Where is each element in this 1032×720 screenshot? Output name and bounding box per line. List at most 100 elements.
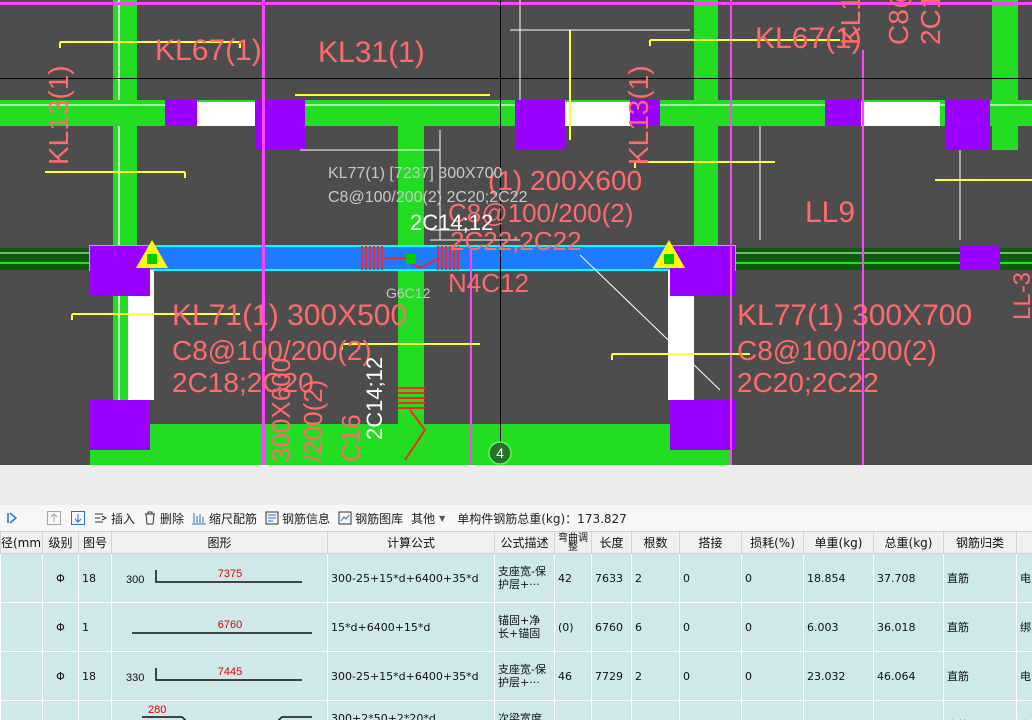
label-kl77-top-2: C8@100/200(2) 2C20;2C22	[328, 189, 528, 206]
drawing-svg[interactable]: 4 KL67(1) KL31(1) KL67(1) KL10 C8@ 2C1 K…	[0, 0, 1032, 465]
beam-vertical-far-right[interactable]	[992, 0, 1018, 150]
cell-fig[interactable]: 18	[78, 553, 112, 603]
col-header-loss[interactable]: 损耗(%)	[741, 531, 804, 554]
cell-formula[interactable]: 300-25+15*d+6400+35*d	[327, 553, 495, 603]
cell-count[interactable]: 2	[631, 651, 680, 701]
rebar-info-button[interactable]: 钢筋信息	[261, 507, 334, 529]
cell-desc[interactable]: 支座宽-保护层+···	[494, 651, 555, 701]
cell-desc[interactable]: 支座宽-保护层+···	[494, 553, 555, 603]
beam-horizontal-bottom[interactable]	[90, 424, 730, 450]
cell-desc[interactable]: 次梁宽度+2*50+···	[494, 700, 555, 720]
move-down-button[interactable]	[66, 507, 90, 529]
cell-bend[interactable]: (0)	[554, 602, 592, 652]
cell-length[interactable]: 2780	[591, 700, 632, 720]
cell-extra[interactable]: 绑	[1016, 700, 1032, 720]
cell-bend[interactable]: 42	[554, 553, 592, 603]
table-row[interactable]: Φ 18 300 7375 300-25+15*d+6400+35*d 支座宽-保护层+·…	[0, 553, 1032, 603]
cell-length[interactable]: 7729	[591, 651, 632, 701]
cad-drawing-canvas[interactable]: 4 KL67(1) KL31(1) KL67(1) KL10 C8@ 2C1 K…	[0, 0, 1032, 465]
first-record-button[interactable]	[0, 507, 24, 529]
move-up-button[interactable]	[42, 507, 66, 529]
cell-total-weight[interactable]: 6.728	[873, 700, 944, 720]
cell-shape[interactable]: 28045650	[111, 700, 328, 720]
cell-loss[interactable]: 0	[741, 651, 804, 701]
cell-total-weight[interactable]: 36.018	[873, 602, 944, 652]
cell-shape[interactable]: 300 7375	[111, 553, 328, 603]
cell-count[interactable]: 2	[631, 553, 680, 603]
cell-bend[interactable]: 46	[554, 651, 592, 701]
cell-bend[interactable]: 18	[554, 700, 592, 720]
cell-diameter[interactable]	[0, 553, 43, 603]
col-header-shape[interactable]: 图形	[111, 531, 328, 554]
cell-category[interactable]: 直筋	[943, 602, 1017, 652]
col-header-unit-weight[interactable]: 单重(kg)	[803, 531, 874, 554]
delete-button[interactable]: 删除	[139, 507, 188, 529]
arrow-up-icon	[47, 511, 61, 525]
insert-button[interactable]: 插入	[90, 507, 139, 529]
total-weight-label: 单构件钢筋总重(kg)：173.827	[457, 511, 627, 526]
rebar-library-button[interactable]: 钢筋图库	[334, 507, 407, 529]
cell-level[interactable]: Φ	[42, 553, 79, 603]
col-header-desc[interactable]: 公式描述	[494, 531, 555, 554]
cell-level[interactable]: Φ	[42, 651, 79, 701]
cell-length[interactable]: 6760	[591, 602, 632, 652]
cell-category[interactable]: 直筋	[943, 700, 1017, 720]
cell-unit-weight[interactable]: 18.854	[803, 553, 874, 603]
cell-diameter[interactable]	[0, 602, 43, 652]
col-header-fig[interactable]: 图号	[78, 531, 112, 554]
cell-level[interactable]: Φ	[42, 700, 79, 720]
cell-extra[interactable]: 电	[1016, 651, 1032, 701]
cell-lap[interactable]: 0	[679, 602, 742, 652]
scale-rebar-button[interactable]: 缩尺配筋	[188, 507, 261, 529]
col-header-lap[interactable]: 搭接	[679, 531, 742, 554]
col-header-formula[interactable]: 计算公式	[327, 531, 495, 554]
cell-count[interactable]: 6	[631, 602, 680, 652]
cell-formula[interactable]: 300+2*50+2*20*d +2*1.414*(700-2*25)	[327, 700, 495, 720]
cell-unit-weight[interactable]: 6.003	[803, 602, 874, 652]
table-row[interactable]: Φ 1 6760 15*d+6400+15*d 锚固+净长+锚固 (0) 6760 6 0 0 6.…	[0, 602, 1032, 652]
cell-category[interactable]: 直筋	[943, 553, 1017, 603]
col-header-total-weight[interactable]: 总重(kg)	[873, 531, 944, 554]
cell-unit-weight[interactable]: 23.032	[803, 651, 874, 701]
table-row[interactable]: Φ486 28045650 300+2*50+2*20*d +2*1.414*(70…	[0, 700, 1032, 720]
col-header-extra[interactable]	[1016, 531, 1032, 554]
other-dropdown[interactable]: 其他 ▼	[407, 507, 449, 529]
cell-unit-weight[interactable]: 3.364	[803, 700, 874, 720]
col-header-count[interactable]: 根数	[631, 531, 680, 554]
grip-point[interactable]	[406, 254, 416, 264]
cell-extra[interactable]: 电	[1016, 553, 1032, 603]
cell-loss[interactable]: 0	[741, 553, 804, 603]
cell-lap[interactable]: 0	[679, 700, 742, 720]
cell-loss[interactable]: 0	[741, 602, 804, 652]
label-rebar-vertical[interactable]: 2C14;12	[362, 357, 387, 440]
col-header-bend[interactable]: 弯曲调整	[554, 531, 592, 554]
col-header-category[interactable]: 钢筋归类	[943, 531, 1017, 554]
table-row[interactable]: Φ 18 330 7445 300-25+15*d+6400+35*d 支座宽-保护层+·…	[0, 651, 1032, 701]
cell-fig[interactable]: 1	[78, 602, 112, 652]
cell-length[interactable]: 7633	[591, 553, 632, 603]
cell-total-weight[interactable]: 37.708	[873, 553, 944, 603]
label-rebar-top[interactable]: 2C14;12	[410, 210, 493, 235]
col-header-length[interactable]: 长度	[591, 531, 632, 554]
col-header-level[interactable]: 级别	[42, 531, 79, 554]
panel-splitter[interactable]	[0, 465, 1032, 506]
cell-level[interactable]: Φ	[42, 602, 79, 652]
cell-category[interactable]: 直筋	[943, 651, 1017, 701]
rebar-shape-graphic: 300 7375	[126, 568, 302, 586]
cell-fig[interactable]: 18	[78, 651, 112, 701]
cell-desc[interactable]: 锚固+净长+锚固	[494, 602, 555, 652]
cell-total-weight[interactable]: 46.064	[873, 651, 944, 701]
cell-shape[interactable]: 6760	[111, 602, 328, 652]
cell-loss[interactable]: 0	[741, 700, 804, 720]
cell-fig[interactable]: 486	[78, 700, 112, 720]
cell-diameter[interactable]	[0, 700, 43, 720]
cell-formula[interactable]: 15*d+6400+15*d	[327, 602, 495, 652]
cell-lap[interactable]: 0	[679, 553, 742, 603]
col-header-diameter[interactable]: 径(mm)	[0, 531, 43, 554]
cell-count[interactable]: 2	[631, 700, 680, 720]
cell-formula[interactable]: 300-25+15*d+6400+35*d	[327, 651, 495, 701]
cell-lap[interactable]: 0	[679, 651, 742, 701]
cell-extra[interactable]: 绑	[1016, 602, 1032, 652]
cell-diameter[interactable]	[0, 651, 43, 701]
cell-shape[interactable]: 330 7445	[111, 651, 328, 701]
